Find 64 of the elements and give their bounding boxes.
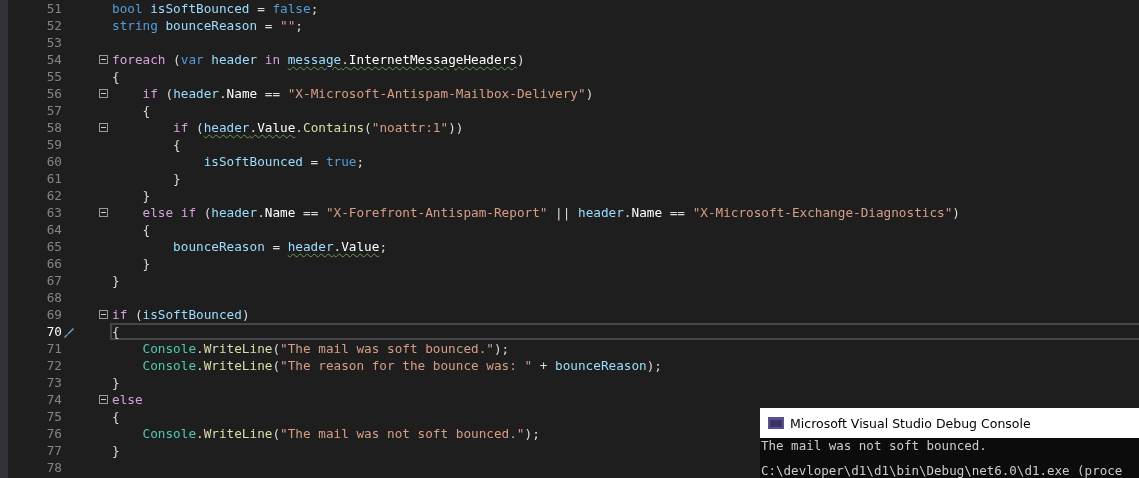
line-number: 63 [45, 204, 62, 221]
code-line: } [141, 255, 151, 272]
collapse-icon[interactable] [99, 395, 108, 404]
collapse-icon[interactable] [99, 123, 108, 132]
line-number: 72 [45, 357, 62, 374]
code-line: else if (header.Name == "X-Forefront-Antispam-Report" || header.Name == "X-Microsoft-Exchange-Diagnostics") [141, 204, 960, 221]
line-number: 54 [45, 51, 62, 68]
code-line: Console.WriteLine("The mail was not soft bounced."); [141, 425, 540, 442]
console-output-line: The mail was not soft bounced. [760, 438, 988, 453]
line-number: 69 [45, 306, 62, 323]
line-number: 55 [45, 68, 62, 85]
code-line: } [172, 170, 181, 187]
line-number: 74 [45, 391, 62, 408]
code-line: { [141, 102, 151, 119]
line-number: 59 [45, 136, 62, 153]
line-number: 75 [45, 408, 62, 425]
line-number: 78 [45, 459, 62, 476]
line-number: 62 [45, 187, 62, 204]
line-number: 67 [45, 272, 62, 289]
code-line: if (isSoftBounced) [111, 306, 250, 323]
line-number: 73 [45, 374, 62, 391]
line-number: 70 [45, 323, 62, 340]
code-line: } [111, 272, 120, 289]
console-title: Microsoft Visual Studio Debug Console [790, 415, 1031, 431]
line-number: 53 [45, 34, 62, 51]
code-line: bool isSoftBounced = false; [111, 0, 319, 17]
line-number: 77 [45, 442, 62, 459]
line-number: 60 [45, 153, 62, 170]
console-output-line: C:\devloper\d1\d1\bin\Debug\net6.0\d1.exe (proce [760, 463, 1124, 478]
code-line: bounceReason = header.Value; [172, 238, 388, 255]
code-line: { [111, 408, 120, 425]
line-number: 65 [45, 238, 62, 255]
line-number: 51 [45, 0, 62, 17]
code-line: else [111, 391, 143, 408]
line-number: 56 [45, 85, 62, 102]
line-number: 57 [45, 102, 62, 119]
code-line: Console.WriteLine("The reason for the bounce was: " + bounceReason); [141, 357, 662, 374]
code-line: { [141, 221, 151, 238]
code-line: { [172, 136, 181, 153]
code-line: foreach (var header in message.InternetMessageHeaders) [111, 51, 525, 68]
code-line: if (header.Name == "X-Microsoft-Antispam-Mailbox-Delivery") [141, 85, 594, 102]
code-line: isSoftBounced = true; [202, 153, 365, 170]
line-number: 58 [45, 119, 62, 136]
line-number: 68 [45, 289, 62, 306]
collapse-icon[interactable] [99, 55, 108, 64]
code-line: Console.WriteLine("The mail was soft bounced."); [141, 340, 510, 357]
line-number: 64 [45, 221, 62, 238]
code-line: if (header.Value.Contains("noattr:1")) [172, 119, 464, 136]
console-app-icon [768, 417, 784, 429]
line-number: 76 [45, 425, 62, 442]
code-line: } [111, 442, 120, 459]
line-number: 66 [45, 255, 62, 272]
code-line: } [111, 374, 120, 391]
code-line: { [111, 68, 120, 85]
collapse-icon[interactable] [99, 208, 108, 217]
line-number: 52 [45, 17, 62, 34]
code-line: } [141, 187, 151, 204]
line-number: 61 [45, 170, 62, 187]
collapse-icon[interactable] [99, 89, 108, 98]
quick-action-icon[interactable] [63, 325, 75, 338]
line-number: 71 [45, 340, 62, 357]
collapse-icon[interactable] [99, 310, 108, 319]
code-line: { [110, 323, 1139, 340]
code-line: string bounceReason = ""; [111, 17, 303, 34]
